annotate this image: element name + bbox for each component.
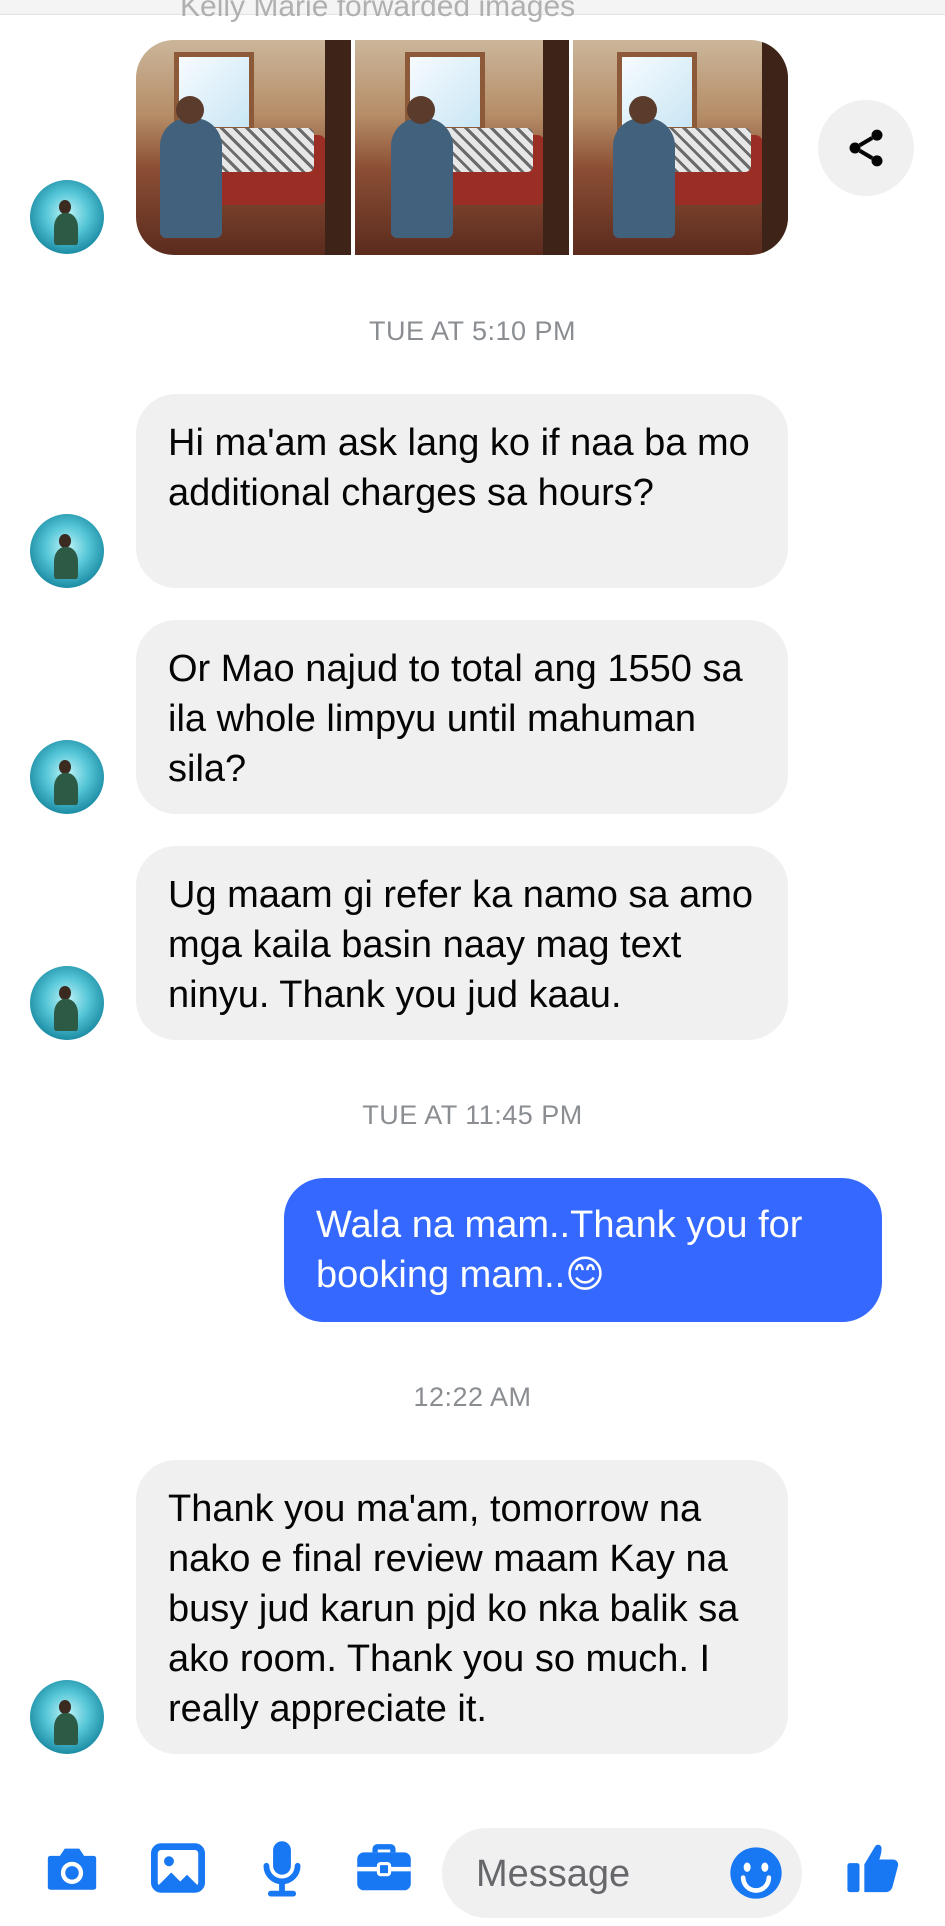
avatar[interactable] — [30, 966, 104, 1040]
image-thumbnail[interactable] — [136, 40, 351, 255]
business-tools-button[interactable] — [354, 1838, 414, 1898]
like-button[interactable] — [844, 1838, 904, 1898]
timestamp: 12:22 AM — [413, 1382, 532, 1412]
timestamp: TUE AT 11:45 PM — [362, 1100, 583, 1130]
forwarded-images — [136, 40, 788, 255]
timestamp: TUE AT 5:10 PM — [368, 316, 577, 346]
gallery-icon — [151, 1843, 205, 1893]
thumbs-up-icon — [847, 1844, 899, 1893]
message-bubble-incoming[interactable]: Hi ma'am ask lang ko if naa ba mo additi… — [136, 394, 788, 588]
share-icon — [849, 129, 883, 167]
camera-button[interactable] — [42, 1838, 102, 1898]
message-bubble-incoming[interactable]: Thank you ma'am, tomorrow na nako e fina… — [136, 1460, 788, 1754]
avatar[interactable] — [30, 180, 104, 254]
emoji-icon — [730, 1847, 782, 1899]
message-bubble-incoming[interactable]: Or Mao najud to total ang 1550 sa ila wh… — [136, 620, 788, 814]
emoji-button[interactable] — [728, 1845, 784, 1901]
share-button[interactable] — [818, 100, 914, 196]
message-input[interactable] — [474, 1846, 718, 1902]
image-thumbnail[interactable] — [573, 40, 788, 255]
voice-button[interactable] — [252, 1838, 312, 1898]
composer-bar — [0, 1808, 945, 1926]
forwarded-images-label: Kelly Marie forwarded images — [180, 0, 576, 23]
message-bubble-incoming[interactable]: Ug maam gi refer ka namo sa amo mga kail… — [136, 846, 788, 1040]
message-input-container[interactable] — [442, 1828, 802, 1918]
image-thumbnail[interactable] — [354, 40, 570, 255]
briefcase-icon — [357, 1844, 411, 1891]
avatar[interactable] — [30, 740, 104, 814]
microphone-icon — [263, 1841, 301, 1897]
avatar[interactable] — [30, 1680, 104, 1754]
gallery-button[interactable] — [148, 1838, 208, 1898]
message-bubble-outgoing[interactable]: Wala na mam..Thank you for booking mam..… — [284, 1178, 882, 1322]
camera-icon — [47, 1848, 97, 1890]
avatar[interactable] — [30, 514, 104, 588]
